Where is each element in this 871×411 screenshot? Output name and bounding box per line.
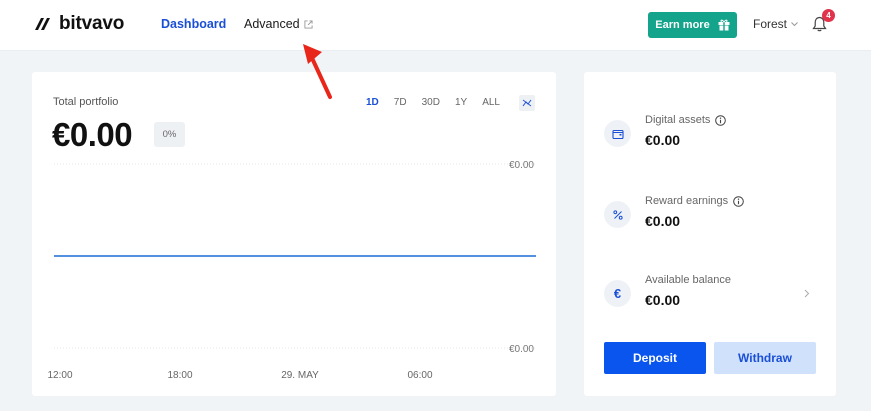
chart-x-tick-label: 18:00 [167, 370, 192, 381]
nav-dashboard-link[interactable]: Dashboard [161, 17, 226, 31]
range-1d[interactable]: 1D [366, 97, 379, 108]
summary-card: Digital assets €0.00 Reward earnings €0.… [584, 72, 836, 396]
chart-x-tick-label: 12:00 [47, 370, 72, 381]
available-balance-row[interactable]: € Available balance €0.00 [604, 274, 819, 318]
brand-name: bitvavo [59, 13, 125, 34]
digital-assets-value: €0.00 [645, 132, 681, 148]
top-bar: bitvavo Dashboard Advanced Earn more For… [0, 0, 871, 51]
reward-earnings-label-wrap: Reward earnings [645, 195, 744, 207]
user-name: Forest [753, 17, 788, 31]
brand-logo[interactable]: bitvavo [33, 13, 124, 35]
chart-x-tick-label: 06:00 [407, 370, 432, 381]
portfolio-card: Total portfolio €0.00 0% 1D 7D 30D 1Y AL… [32, 72, 556, 396]
chart-y-tick-label: €0.00 [509, 344, 534, 355]
available-balance-value: €0.00 [645, 292, 681, 308]
portfolio-chart: €0.00 €0.00 12:00 18:00 29. MAY 06:00 [47, 160, 536, 381]
digital-assets-icon-wrap [604, 120, 631, 147]
gift-icon [718, 19, 730, 31]
deposit-button[interactable]: Deposit [604, 342, 706, 374]
range-all[interactable]: ALL [482, 97, 500, 108]
chevron-right-icon[interactable] [804, 289, 810, 298]
earn-more-button[interactable]: Earn more [648, 12, 737, 38]
chart-toggle-button[interactable] [519, 95, 535, 111]
earn-more-label: Earn more [655, 19, 710, 31]
portfolio-value: €0.00 [52, 116, 133, 153]
chart-y-tick-label: €0.00 [509, 160, 534, 171]
reward-earnings-value: €0.00 [645, 213, 681, 229]
percent-icon [612, 209, 623, 220]
info-icon[interactable] [715, 114, 727, 126]
chart-x-tick-label: 29. MAY [281, 370, 319, 381]
range-7d[interactable]: 7D [394, 97, 407, 108]
chart-toggle-icon [522, 99, 532, 107]
bitvavo-logo-icon [35, 18, 50, 30]
reward-earnings-label: Reward earnings [645, 195, 729, 207]
digital-assets-label: Digital assets [645, 114, 711, 126]
reward-earnings-row: Reward earnings €0.00 [604, 195, 819, 239]
portfolio-label: Total portfolio [53, 96, 119, 108]
annotation-arrow-icon [303, 44, 332, 99]
wallet-icon [611, 129, 624, 139]
notification-badge: 4 [822, 9, 835, 22]
nav-advanced-link[interactable]: Advanced [244, 17, 313, 31]
range-1y[interactable]: 1Y [455, 97, 467, 108]
withdraw-button[interactable]: Withdraw [714, 342, 816, 374]
info-icon[interactable] [733, 195, 744, 207]
reward-earnings-icon-wrap [604, 201, 631, 228]
external-link-icon [304, 19, 313, 29]
user-menu[interactable]: Forest [753, 17, 798, 31]
euro-icon: € [613, 286, 622, 301]
digital-assets-row: Digital assets €0.00 [604, 114, 819, 158]
available-balance-label: Available balance [645, 274, 732, 286]
chevron-down-icon [791, 21, 798, 26]
range-30d[interactable]: 30D [422, 97, 440, 108]
available-balance-icon-wrap: € [604, 280, 631, 307]
nav-advanced-label: Advanced [244, 17, 300, 31]
digital-assets-label-wrap: Digital assets [645, 114, 727, 126]
time-range-selector: 1D 7D 30D 1Y ALL [366, 97, 515, 108]
portfolio-change-badge: 0% [154, 122, 185, 147]
